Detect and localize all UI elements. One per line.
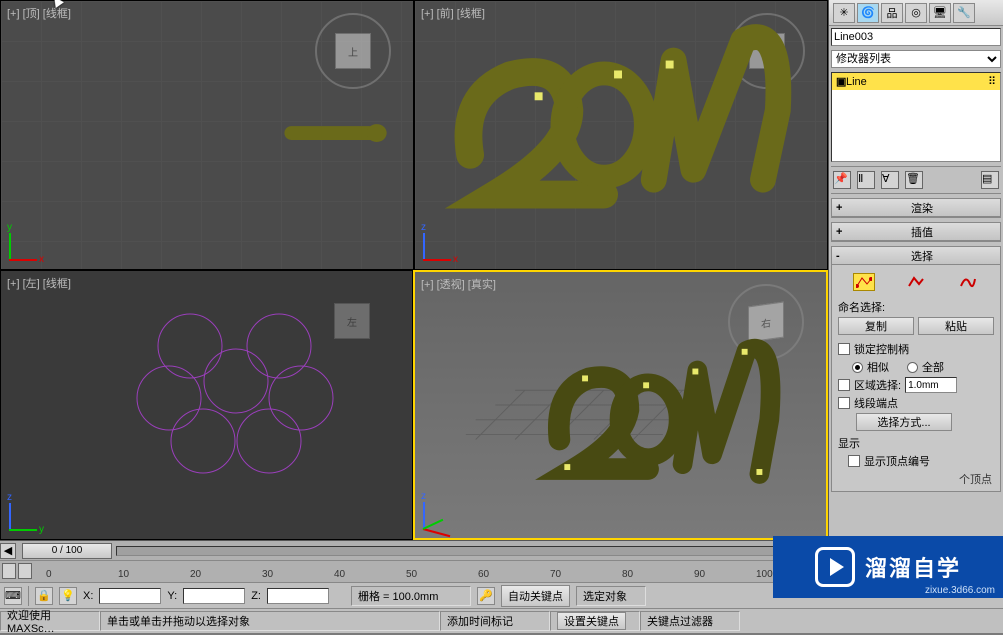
command-panel: ✳ 🌀 品 ◎ 🖥 🔧 修改器列表 ▣ Line ⠿ 📌 Ⅱ ∀ 🗑: [828, 0, 1003, 540]
utilities-tab[interactable]: 🔧: [953, 3, 975, 23]
modify-tab[interactable]: 🌀: [857, 3, 879, 23]
object-name-input[interactable]: [831, 28, 1001, 46]
selected-filter[interactable]: 选定对象: [576, 586, 646, 606]
modifier-stack-item-line[interactable]: ▣ Line ⠿: [832, 73, 1000, 90]
viewcube-front[interactable]: 前: [727, 11, 807, 91]
viewport-front[interactable]: [+] [前] [线框] 前 xz: [414, 0, 828, 270]
viewport-perspective[interactable]: [+] [透视] [真实] 右: [413, 270, 828, 540]
time-slider-prev[interactable]: ◀: [0, 543, 16, 559]
viewport-container: [+] [顶] [线框] 上 xy [+] [前] [线框] 前: [0, 0, 828, 540]
watermark-overlay: 溜溜自学 zixue.3d66.com: [773, 536, 1003, 598]
show-end-result-button[interactable]: Ⅱ: [857, 171, 875, 189]
cursor-icon: [52, 0, 68, 16]
similar-radio[interactable]: [852, 362, 863, 373]
vertex-count-label: 个顶点: [838, 471, 994, 487]
x-label: X:: [83, 590, 93, 602]
modifier-stack[interactable]: ▣ Line ⠿: [831, 72, 1001, 162]
set-key-button[interactable]: 设置关键点: [557, 612, 626, 630]
prompt-hint: 单击或单击并拖动以选择对象: [100, 611, 440, 631]
z-coord-input[interactable]: [267, 588, 329, 604]
rollout-interpolation: +插值: [831, 222, 1001, 242]
selection-lock-button[interactable]: 🔒: [35, 587, 53, 605]
z-label: Z:: [251, 590, 261, 602]
watermark-text: 溜溜自学: [865, 551, 961, 583]
rollout-selection: -选择 命名选择: 复制 粘贴 锁定控制柄 相似: [831, 246, 1001, 492]
maxscript-listener-button[interactable]: ⌨: [4, 587, 22, 605]
watermark-url: zixue.3d66.com: [925, 585, 995, 596]
time-slider-handle[interactable]: 0 / 100: [22, 543, 112, 559]
configure-sets-button[interactable]: ▤: [981, 171, 999, 189]
select-by-button[interactable]: 选择方式...: [856, 413, 952, 431]
hierarchy-tab[interactable]: 品: [881, 3, 903, 23]
subobj-segment-button[interactable]: [905, 273, 927, 291]
modifier-stack-tools: 📌 Ⅱ ∀ 🗑 ▤: [831, 166, 1001, 194]
welcome-label: 欢迎使用 MAXSc…: [0, 611, 100, 631]
display-tab[interactable]: 🖥: [929, 3, 951, 23]
auto-key-button[interactable]: 自动关键点: [501, 585, 570, 607]
area-select-checkbox[interactable]: [838, 379, 850, 391]
trackbar-toggle-2[interactable]: [18, 563, 32, 579]
modifier-list-dropdown[interactable]: 修改器列表: [831, 50, 1001, 68]
watermark-logo-icon: [815, 547, 855, 587]
make-unique-button[interactable]: ∀: [881, 171, 899, 189]
command-panel-tabs: ✳ 🌀 品 ◎ 🖥 🔧: [829, 0, 1003, 26]
motion-tab[interactable]: ◎: [905, 3, 927, 23]
x-coord-input[interactable]: [99, 588, 161, 604]
viewport-persp-label: [+] [透视] [真实]: [421, 276, 496, 292]
y-coord-input[interactable]: [183, 588, 245, 604]
viewcube-persp[interactable]: 右: [726, 282, 806, 362]
trackbar-toggle-1[interactable]: [2, 563, 16, 579]
grid-label: 栅格 = 100.0mm: [351, 586, 471, 606]
display-group-label: 显示: [838, 435, 994, 451]
segment-end-checkbox[interactable]: [838, 397, 850, 409]
add-time-tag-button[interactable]: 添加时间标记: [440, 611, 550, 631]
key-mode-button[interactable]: 🔑: [477, 587, 495, 605]
viewport-left[interactable]: [+] [左] [线框] 左 yz: [0, 270, 413, 540]
rollout-render: +渲染: [831, 198, 1001, 218]
viewcube-top[interactable]: 上: [313, 11, 393, 91]
lock-handles-checkbox[interactable]: [838, 343, 850, 355]
subobj-spline-button[interactable]: [957, 273, 979, 291]
copy-selection-button[interactable]: 复制: [838, 317, 914, 335]
remove-modifier-button[interactable]: 🗑: [905, 171, 923, 189]
show-vertex-numbers-checkbox[interactable]: [848, 455, 860, 467]
named-selections-label: 命名选择:: [838, 299, 994, 315]
key-filters-button[interactable]: 关键点过滤器: [640, 611, 740, 631]
area-select-spinner[interactable]: 1.0mm: [905, 377, 957, 393]
isolate-button[interactable]: 💡: [59, 587, 77, 605]
pin-stack-button[interactable]: 📌: [833, 171, 851, 189]
loft-section-circles: [1, 271, 413, 540]
create-tab[interactable]: ✳: [833, 3, 855, 23]
y-label: Y:: [167, 590, 177, 602]
all-radio[interactable]: [907, 362, 918, 373]
viewport-top[interactable]: [+] [顶] [线框] 上 xy: [0, 0, 414, 270]
subobj-vertex-button[interactable]: [853, 273, 875, 291]
paste-selection-button[interactable]: 粘贴: [918, 317, 994, 335]
viewport-front-label: [+] [前] [线框]: [421, 5, 485, 21]
expand-icon[interactable]: ▣: [836, 75, 846, 88]
viewport-left-label: [+] [左] [线框]: [7, 275, 71, 291]
